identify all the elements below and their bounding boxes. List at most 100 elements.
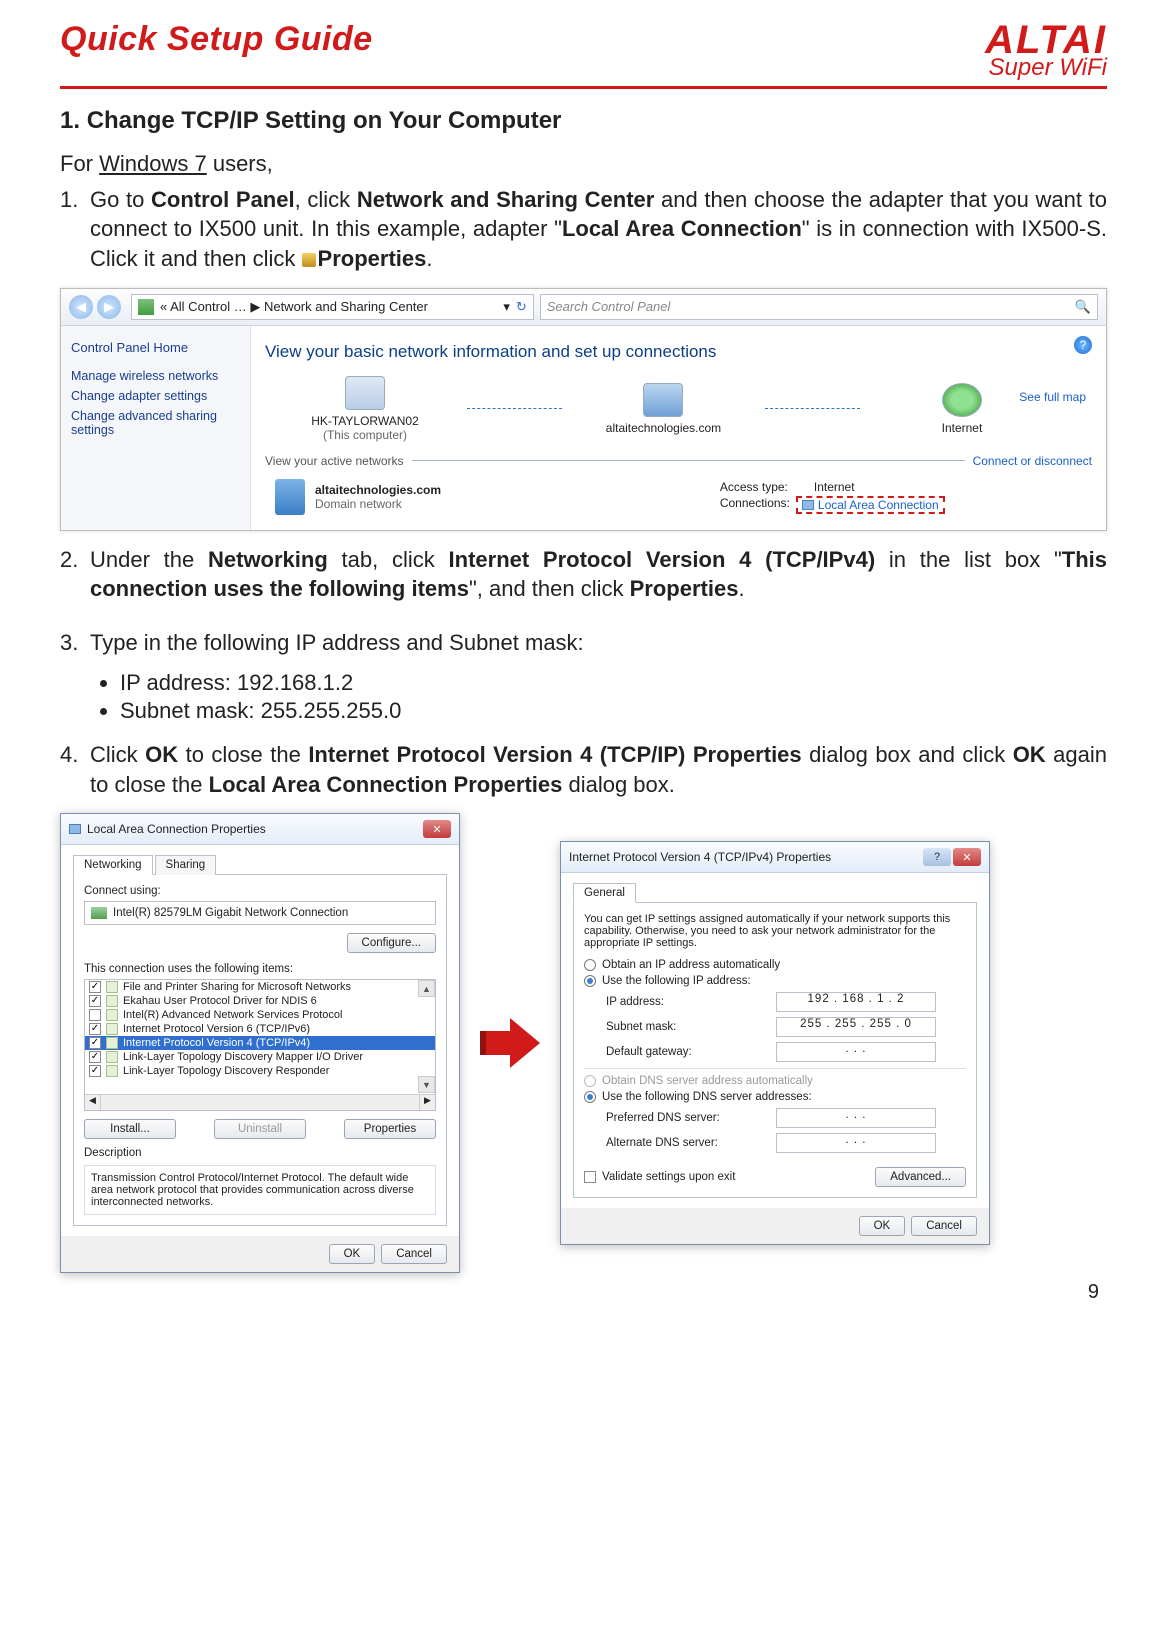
control-panel-window: ◀ ▶ « All Control … ▶ Network and Sharin…	[60, 288, 1107, 531]
list-item[interactable]: ✓Ekahau User Protocol Driver for NDIS 6	[85, 994, 435, 1008]
properties-button[interactable]: Properties	[344, 1119, 436, 1139]
shield-icon	[302, 253, 316, 267]
network-icon	[643, 383, 683, 417]
list-item[interactable]: ✓Link-Layer Topology Discovery Mapper I/…	[85, 1050, 435, 1064]
ip-settings-list: IP address: 192.168.1.2 Subnet mask: 255…	[60, 670, 1107, 724]
page-title: Quick Setup Guide	[60, 20, 373, 59]
search-input[interactable]: Search Control Panel 🔍	[540, 294, 1098, 320]
tab-sharing[interactable]: Sharing	[155, 855, 217, 875]
preferred-dns-label: Preferred DNS server:	[606, 1112, 776, 1124]
lac-properties-dialog: Local Area Connection Properties ✕ Netwo…	[60, 813, 460, 1273]
tab-networking[interactable]: Networking	[73, 855, 153, 875]
ip-address-label: IP address:	[606, 996, 776, 1008]
domain-type: Domain network	[315, 497, 441, 511]
protocol-icon	[106, 1065, 118, 1077]
access-type-value: Internet	[814, 480, 855, 494]
protocol-icon	[106, 1037, 118, 1049]
breadcrumb[interactable]: « All Control … ▶ Network and Sharing Ce…	[131, 294, 534, 320]
step-3: 3. Type in the following IP address and …	[60, 628, 1107, 664]
radio-use-ip[interactable]: Use the following IP address:	[584, 975, 966, 987]
list-item[interactable]: ✓Internet Protocol Version 6 (TCP/IPv6)	[85, 1022, 435, 1036]
adapter-icon	[802, 500, 814, 510]
step-1: 1. Go to Control Panel, click Network an…	[60, 185, 1107, 280]
configure-button[interactable]: Configure...	[347, 933, 436, 953]
globe-icon	[942, 383, 982, 417]
connections-label: Connections:	[720, 496, 790, 514]
dialog-title: Local Area Connection Properties	[87, 822, 266, 836]
protocol-icon	[106, 981, 118, 993]
control-panel-icon	[138, 299, 154, 315]
protocol-icon	[106, 1009, 118, 1021]
domain-name: altaitechnologies.com	[315, 483, 441, 497]
network-node-domain: altaitechnologies.com	[573, 383, 753, 435]
main-headline: View your basic network information and …	[265, 342, 1092, 362]
alternate-dns-label: Alternate DNS server:	[606, 1137, 776, 1149]
default-gateway-field[interactable]: . . .	[776, 1042, 936, 1062]
step-2: 2. Under the Networking tab, click Inter…	[60, 545, 1107, 610]
help-button[interactable]: ?	[923, 848, 951, 866]
list-item-selected[interactable]: ✓Internet Protocol Version 4 (TCP/IPv4)	[85, 1036, 435, 1050]
ok-button[interactable]: OK	[329, 1244, 376, 1264]
ip-address-field[interactable]: 192 . 168 . 1 . 2	[776, 992, 936, 1012]
info-paragraph: You can get IP settings assigned automat…	[584, 913, 966, 949]
protocol-icon	[106, 1023, 118, 1035]
close-button[interactable]: ✕	[423, 820, 451, 838]
protocol-icon	[106, 995, 118, 1007]
arrow-icon	[480, 1013, 540, 1073]
subnet-mask-field[interactable]: 255 . 255 . 255 . 0	[776, 1017, 936, 1037]
see-full-map-link[interactable]: See full map	[1019, 390, 1086, 404]
bullet-subnet-mask: Subnet mask: 255.255.255.0	[120, 698, 1107, 724]
protocol-icon	[106, 1051, 118, 1063]
sidebar-link-advanced[interactable]: Change advanced sharing settings	[71, 409, 240, 437]
help-icon[interactable]: ?	[1074, 336, 1092, 354]
alternate-dns-field[interactable]: . . .	[776, 1133, 936, 1153]
connection-items-listbox[interactable]: ✓File and Printer Sharing for Microsoft …	[84, 979, 436, 1111]
adapter-icon	[69, 824, 81, 834]
brand-logo: ALTAI Super WiFi	[985, 20, 1107, 80]
radio-obtain-ip-auto[interactable]: Obtain an IP address automatically	[584, 959, 966, 971]
connect-using-label: Connect using:	[84, 885, 436, 897]
cancel-button[interactable]: Cancel	[911, 1216, 977, 1236]
list-item[interactable]: Intel(R) Advanced Network Services Proto…	[85, 1008, 435, 1022]
validate-checkbox[interactable]: Validate settings upon exit	[584, 1171, 735, 1183]
advanced-button[interactable]: Advanced...	[875, 1167, 966, 1187]
nav-forward-button[interactable]: ▶	[97, 295, 121, 319]
domain-network-icon	[275, 479, 305, 515]
access-type-label: Access type:	[720, 480, 788, 494]
radio-use-dns[interactable]: Use the following DNS server addresses:	[584, 1091, 966, 1103]
brand-tagline: Super WiFi	[985, 56, 1107, 80]
close-button[interactable]: ✕	[953, 848, 981, 866]
connect-disconnect-link[interactable]: Connect or disconnect	[965, 454, 1092, 468]
tab-general[interactable]: General	[573, 883, 636, 903]
scroll-up-icon[interactable]: ▲	[418, 980, 435, 997]
subnet-mask-label: Subnet mask:	[606, 1021, 776, 1033]
cancel-button[interactable]: Cancel	[381, 1244, 447, 1264]
horizontal-scrollbar[interactable]: ◀▶	[85, 1094, 435, 1110]
intro-line: For Windows 7 users,	[60, 149, 1107, 179]
list-item[interactable]: ✓Link-Layer Topology Discovery Responder	[85, 1064, 435, 1078]
tcpip-properties-dialog: Internet Protocol Version 4 (TCP/IPv4) P…	[560, 841, 990, 1245]
search-icon: 🔍	[1075, 299, 1091, 315]
adapter-field[interactable]: Intel(R) 82579LM Gigabit Network Connect…	[84, 901, 436, 925]
radio-obtain-dns-auto[interactable]: Obtain DNS server address automatically	[584, 1075, 966, 1087]
items-list-label: This connection uses the following items…	[84, 963, 436, 975]
computer-icon	[345, 376, 385, 410]
install-button[interactable]: Install...	[84, 1119, 176, 1139]
preferred-dns-field[interactable]: . . .	[776, 1108, 936, 1128]
active-networks-label: View your active networks	[265, 454, 412, 468]
sidebar-link-wireless[interactable]: Manage wireless networks	[71, 369, 240, 383]
description-text: Transmission Control Protocol/Internet P…	[84, 1165, 436, 1215]
sidebar-title: Control Panel Home	[71, 340, 240, 355]
local-area-connection-link[interactable]: Local Area Connection	[796, 496, 945, 514]
sidebar: Control Panel Home Manage wireless netwo…	[61, 326, 251, 530]
network-node-computer: HK-TAYLORWAN02 (This computer)	[275, 376, 455, 442]
nav-back-button[interactable]: ◀	[69, 295, 93, 319]
header-divider	[60, 86, 1107, 89]
nic-icon	[91, 907, 107, 919]
ok-button[interactable]: OK	[859, 1216, 906, 1236]
sidebar-link-adapter[interactable]: Change adapter settings	[71, 389, 240, 403]
uninstall-button[interactable]: Uninstall	[214, 1119, 306, 1139]
scroll-down-icon[interactable]: ▼	[418, 1076, 435, 1093]
default-gateway-label: Default gateway:	[606, 1046, 776, 1058]
list-item[interactable]: ✓File and Printer Sharing for Microsoft …	[85, 980, 435, 994]
